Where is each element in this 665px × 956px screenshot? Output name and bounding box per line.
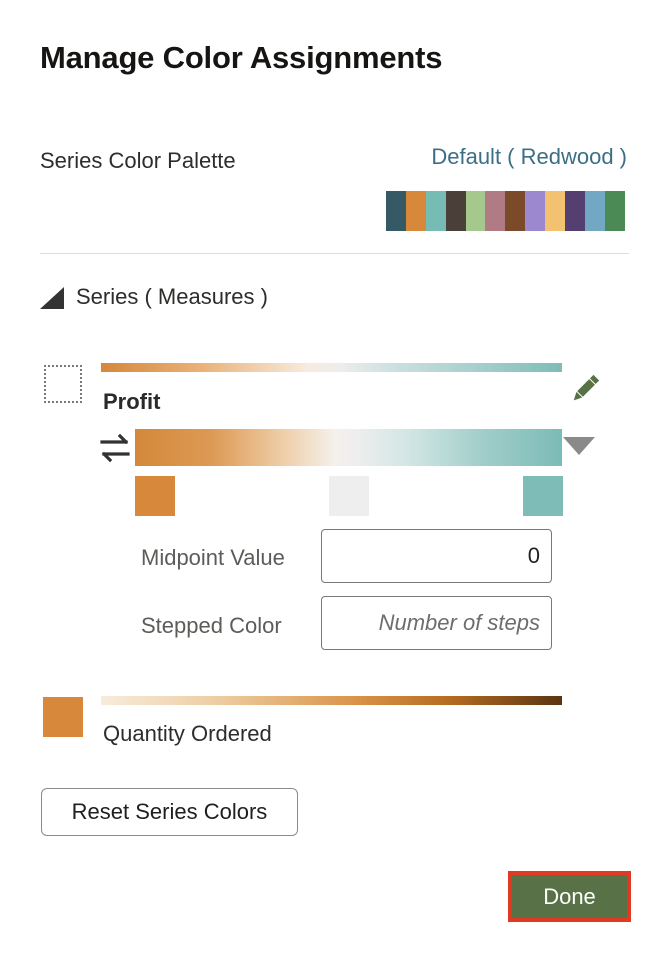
profit-select-checkbox[interactable]	[44, 365, 82, 403]
done-highlight: Done	[508, 871, 631, 922]
palette-swatch	[545, 191, 566, 231]
done-button[interactable]: Done	[512, 875, 627, 918]
gradient-dropdown-caret-icon[interactable]	[563, 437, 595, 455]
palette-swatch	[525, 191, 546, 231]
palette-swatch	[405, 191, 426, 231]
low-color-stop[interactable]	[135, 476, 175, 516]
series-section-label: Series ( Measures )	[76, 284, 268, 309]
palette-swatch	[445, 191, 466, 231]
palette-swatch	[565, 191, 585, 231]
mid-color-stop[interactable]	[329, 476, 369, 516]
swap-arrows-icon[interactable]	[98, 432, 132, 464]
collapse-triangle-icon	[40, 287, 64, 309]
profit-gradient-bar[interactable]	[135, 429, 562, 466]
palette-swatch	[485, 191, 506, 231]
palette-label: Series Color Palette	[40, 148, 236, 173]
high-color-stop[interactable]	[523, 476, 563, 516]
profit-gradient-preview	[101, 363, 562, 372]
palette-swatch	[425, 191, 446, 231]
palette-swatch	[386, 191, 406, 231]
quantity-color-swatch[interactable]	[43, 697, 83, 737]
palette-swatch	[584, 191, 605, 231]
palette-swatch	[465, 191, 486, 231]
stepped-color-label: Stepped Color	[141, 613, 282, 638]
series-section-toggle[interactable]: Series ( Measures )	[40, 284, 268, 310]
quantity-gradient-preview	[101, 696, 562, 705]
palette-swatch	[604, 191, 625, 231]
steps-input[interactable]	[321, 596, 552, 650]
dialog-title: Manage Color Assignments	[40, 40, 443, 75]
quantity-series-name: Quantity Ordered	[103, 721, 272, 746]
midpoint-label: Midpoint Value	[141, 545, 285, 570]
reset-series-colors-button[interactable]: Reset Series Colors	[41, 788, 298, 836]
profit-series-name: Profit	[103, 389, 161, 414]
section-divider	[40, 253, 629, 254]
palette-selector-link[interactable]: Default ( Redwood )	[431, 144, 627, 170]
palette-swatch	[505, 191, 526, 231]
midpoint-input[interactable]	[321, 529, 552, 583]
edit-pencil-icon[interactable]	[568, 372, 602, 406]
palette-swatches	[386, 191, 625, 231]
